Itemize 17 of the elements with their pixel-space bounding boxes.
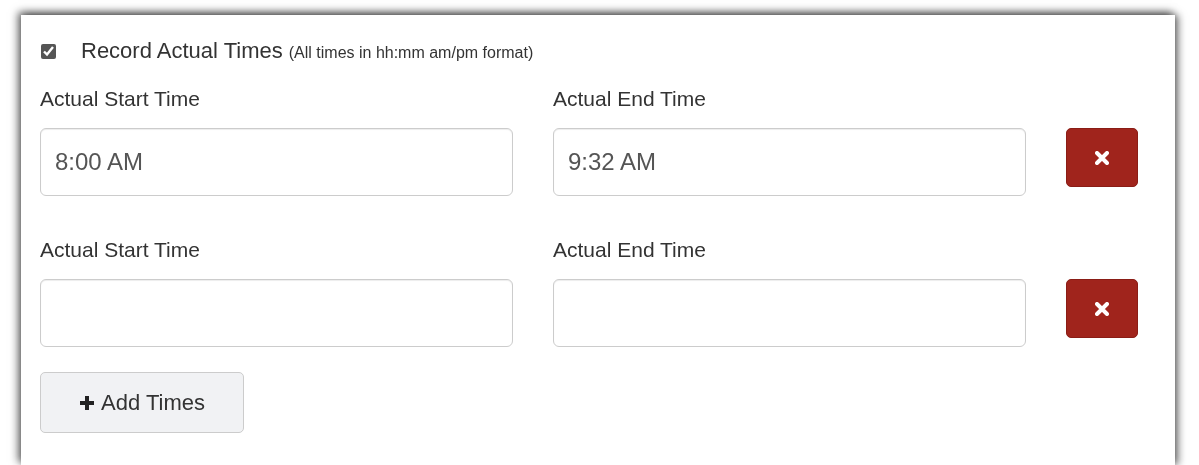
start-time-field[interactable]: [40, 279, 513, 347]
plus-icon: [79, 394, 96, 411]
start-time-label: Actual Start Time: [40, 87, 201, 111]
close-icon: [1095, 301, 1109, 316]
end-time-field[interactable]: [553, 279, 1026, 347]
start-time-field[interactable]: 8:00 AM: [40, 128, 513, 196]
start-time-label: Actual Start Time: [40, 238, 201, 262]
remove-button[interactable]: [1066, 279, 1138, 338]
close-icon: [1095, 150, 1109, 165]
format-note: (All times in hh:mm am/pm format): [288, 43, 534, 62]
remove-button[interactable]: [1066, 128, 1138, 187]
record-times-label: Record Actual Times: [81, 38, 283, 64]
end-time-field[interactable]: 9:32 AM: [553, 128, 1026, 196]
end-time-label: Actual End Time: [553, 87, 707, 111]
record-times-checkbox[interactable]: [41, 43, 56, 59]
end-time-label: Actual End Time: [553, 238, 707, 262]
add-times-button[interactable]: Add Times: [40, 372, 244, 433]
